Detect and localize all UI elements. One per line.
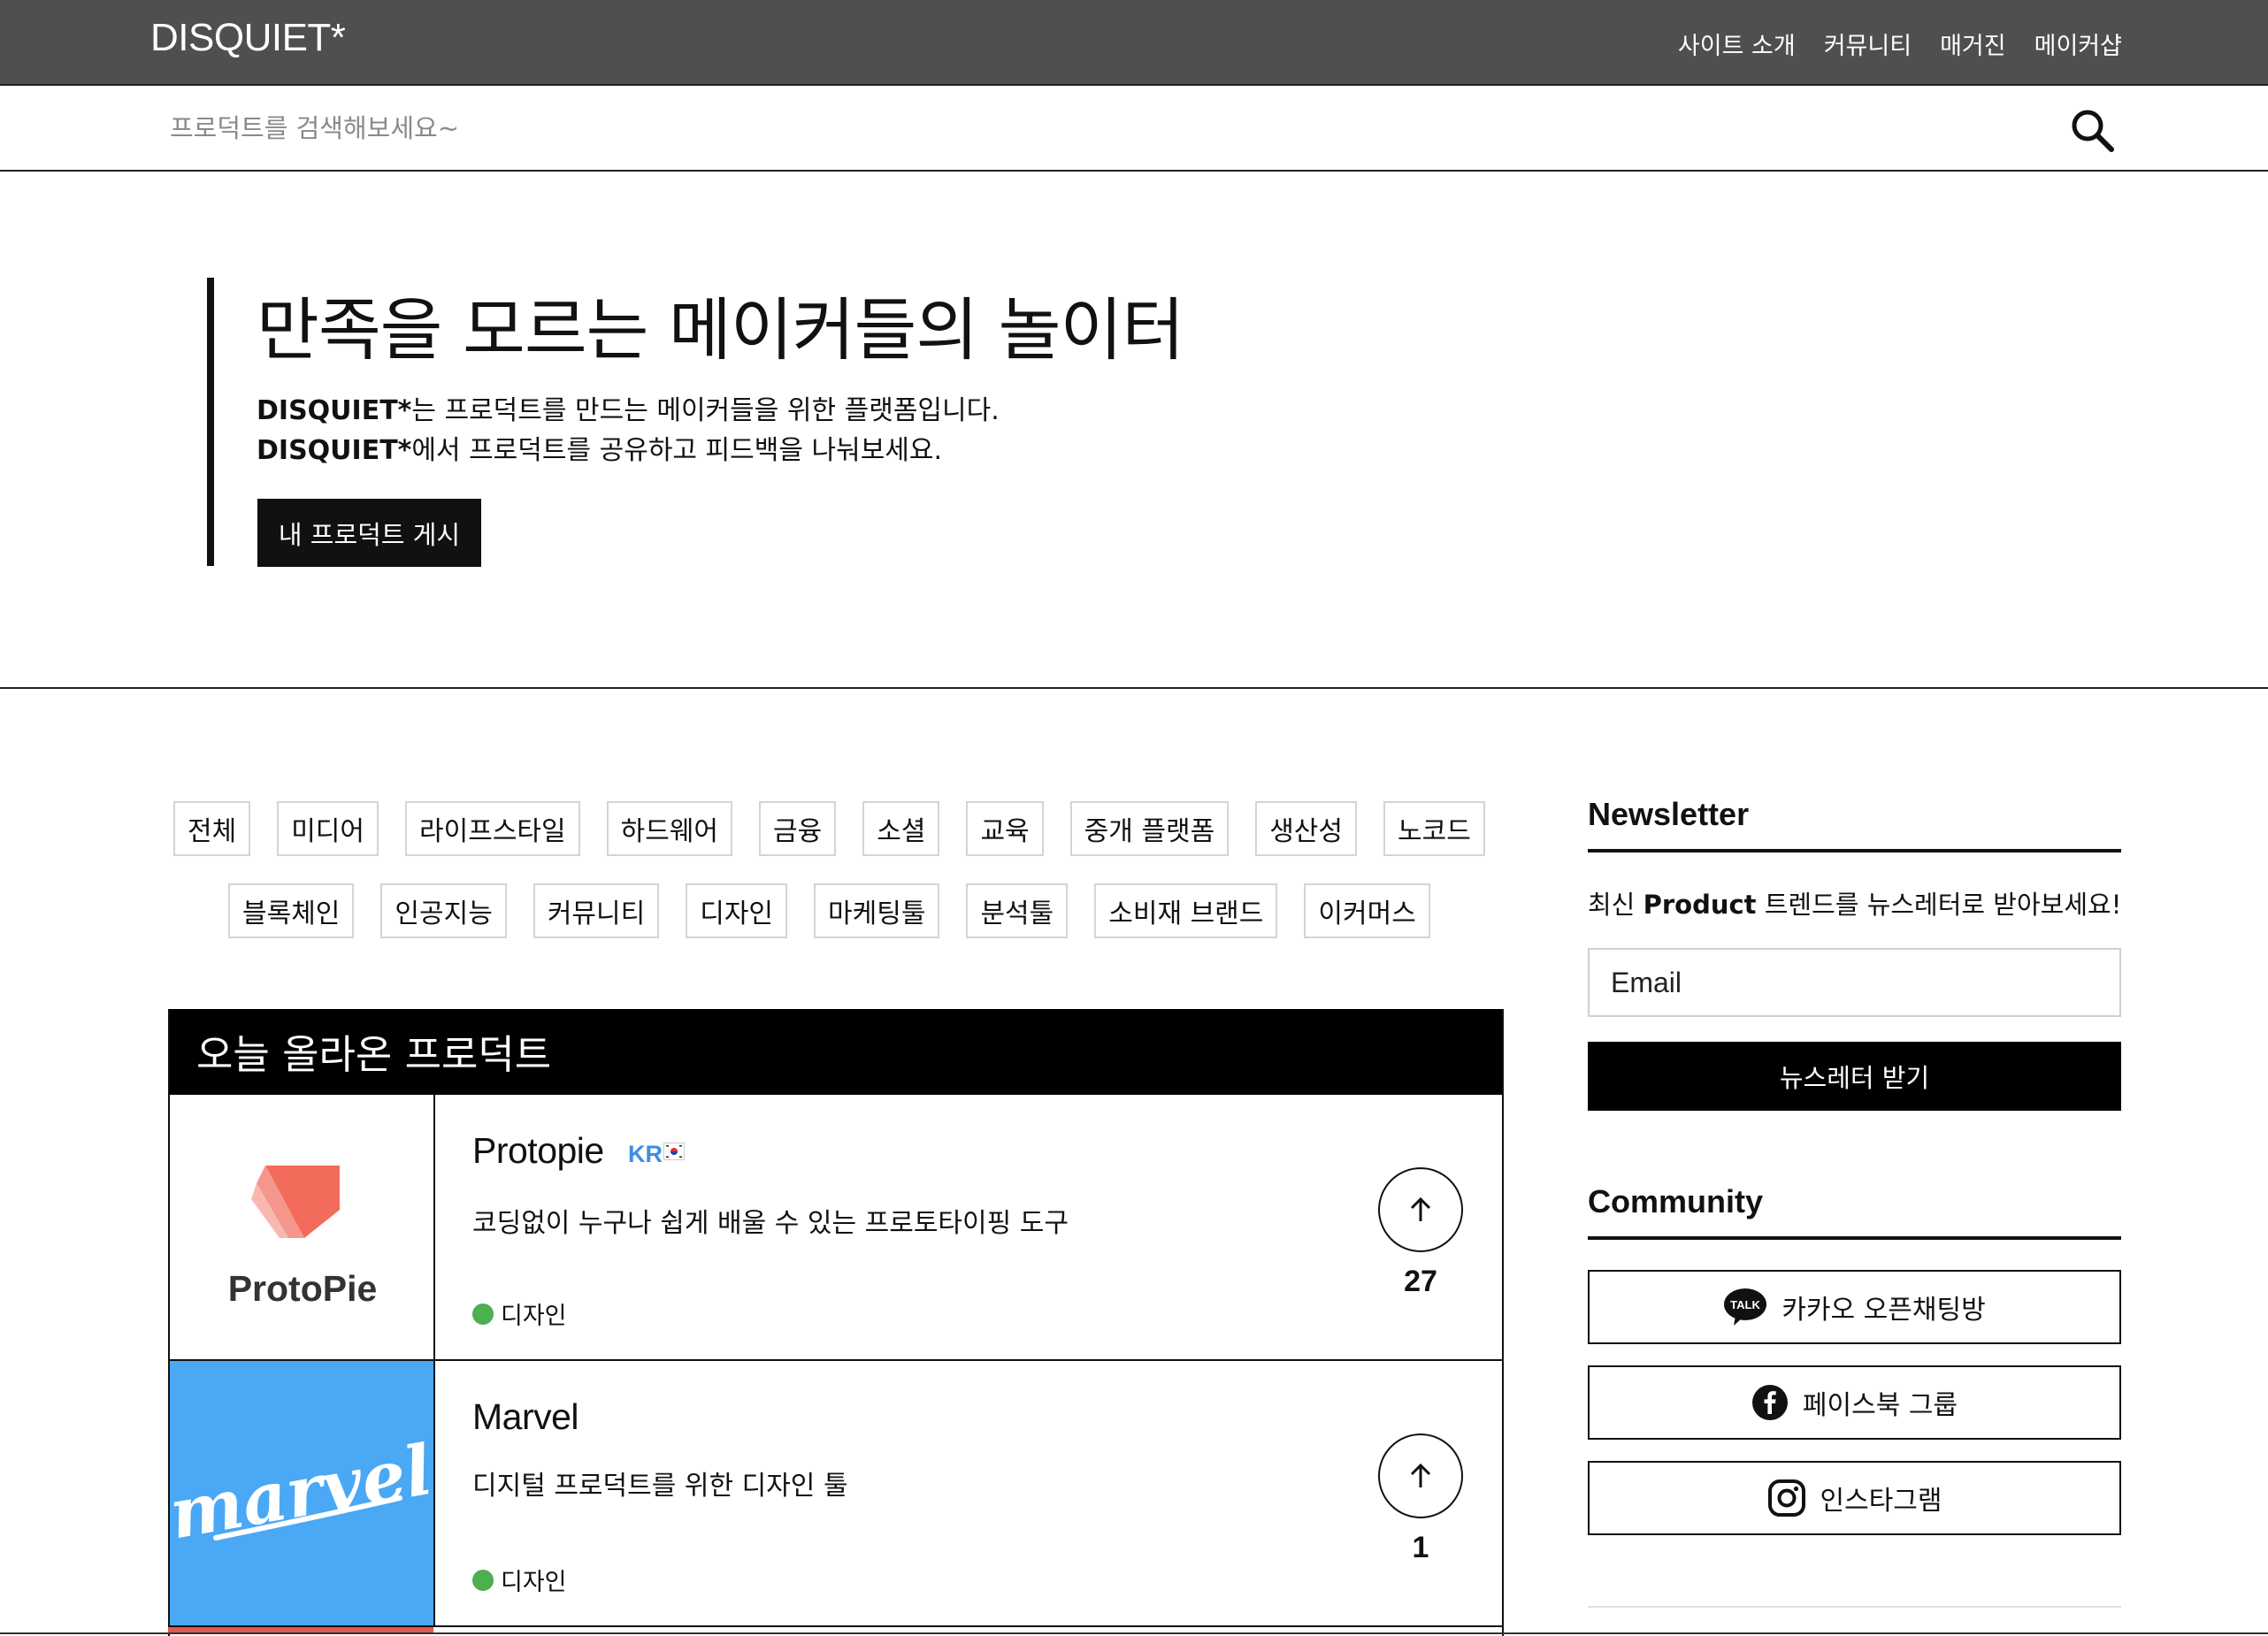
category-design[interactable]: 디자인: [686, 883, 788, 938]
hero-title: 만족을 모르는 메이커들의 놀이터: [257, 292, 1184, 371]
newsletter-text-suffix: 트렌드를 뉴스레터로 받아보세요!: [1756, 890, 2122, 920]
tag-label: 디자인: [501, 1569, 567, 1596]
newsletter-text-bold: Product: [1643, 890, 1757, 920]
hero-section: 만족을 모르는 메이커들의 놀이터 DISQUIET*는 프로덕트를 만드는 메…: [0, 172, 2268, 689]
hero-brand: DISQUIET*: [257, 395, 412, 426]
category-filter-row-2: 블록체인 인공지능 커뮤니티 디자인 마케팅툴 분석툴 소비재 브랜드 이커머스: [228, 883, 1430, 938]
category-lifestyle[interactable]: 라이프스타일: [405, 801, 580, 856]
category-marketing-tools[interactable]: 마케팅툴: [814, 883, 940, 938]
category-education[interactable]: 교육: [966, 801, 1044, 856]
community-link-label: 카카오 오픈채팅방: [1781, 1295, 1986, 1326]
upvote-count: 1: [1412, 1531, 1429, 1564]
product-description: 디지털 프로덕트를 위한 디자인 툴: [472, 1471, 848, 1502]
newsletter-heading: Newsletter: [1588, 796, 2121, 852]
category-ai[interactable]: 인공지능: [380, 883, 507, 938]
category-marketplace[interactable]: 중개 플랫폼: [1069, 801, 1230, 856]
hero-line-2-text: 에서 프로덕트를 공유하고 피드백을 나눠보세요.: [411, 435, 943, 466]
facebook-icon: [1751, 1385, 1788, 1420]
category-nocode[interactable]: 노코드: [1383, 801, 1485, 856]
hero-description: DISQUIET*는 프로덕트를 만드는 메이커들을 위한 플랫폼입니다. DI…: [257, 391, 1000, 470]
category-ecommerce[interactable]: 이커머스: [1304, 883, 1430, 938]
upvote-button[interactable]: [1378, 1167, 1463, 1252]
kakao-openchat-button[interactable]: TALK 카카오 오픈채팅방: [1588, 1270, 2121, 1344]
category-consumer-brand[interactable]: 소비재 브랜드: [1094, 883, 1278, 938]
category-hardware[interactable]: 하드웨어: [606, 801, 733, 856]
search-bar: [0, 84, 2268, 172]
product-category-tag[interactable]: 디자인: [472, 1563, 567, 1597]
marvel-logo: marvel: [170, 1430, 435, 1555]
product-row-marvel[interactable]: marvel Marvel 디지털 프로덕트를 위한 디자인 툴 디자인 1: [170, 1361, 1502, 1627]
korea-flag-icon: [663, 1143, 685, 1160]
hero-brand: DISQUIET*: [257, 435, 412, 466]
category-blockchain[interactable]: 블록체인: [228, 883, 355, 938]
product-thumbnail[interactable]: marvel: [170, 1361, 435, 1625]
today-products-list: 오늘 올라온 프로덕트 ProtoPie Protopie KR 코딩없이 누구…: [168, 1009, 1504, 1636]
category-media[interactable]: 미디어: [277, 801, 379, 856]
main-nav: 사이트 소개 커뮤니티 매거진 메이커샵: [1678, 27, 2122, 61]
tag-dot-icon: [472, 1303, 494, 1325]
instagram-icon: [1767, 1479, 1805, 1517]
kakaotalk-icon: TALK: [1724, 1288, 1767, 1326]
top-navigation-bar: DISQUIET* 사이트 소개 커뮤니티 매거진 메이커샵: [0, 0, 2268, 84]
product-category-tag[interactable]: 디자인: [472, 1296, 567, 1331]
country-badge: KR: [628, 1141, 663, 1168]
community-link-label: 페이스북 그룹: [1802, 1390, 1958, 1421]
upvote-button[interactable]: [1378, 1433, 1463, 1518]
nav-about[interactable]: 사이트 소개: [1678, 27, 1796, 61]
site-logo[interactable]: DISQUIET*: [150, 16, 346, 60]
tag-dot-icon: [472, 1569, 494, 1591]
viewport-bottom-divider: [0, 1632, 2268, 1634]
product-name[interactable]: Marvel: [472, 1396, 579, 1438]
protopie-logo: ProtoPie: [228, 1166, 378, 1309]
nav-community[interactable]: 커뮤니티: [1824, 27, 1912, 61]
product-name[interactable]: Protopie: [472, 1130, 604, 1172]
community-heading: Community: [1588, 1183, 2121, 1240]
category-community[interactable]: 커뮤니티: [533, 883, 660, 938]
category-filter-row-1: 전체 미디어 라이프스타일 하드웨어 금융 소셜 교육 중개 플랫폼 생산성 노…: [173, 801, 1485, 856]
category-social[interactable]: 소셜: [862, 801, 940, 856]
hero-line-1: DISQUIET*는 프로덕트를 만드는 메이커들을 위한 플랫폼입니다.: [257, 391, 1000, 431]
hero-line-1-text: 는 프로덕트를 만드는 메이커들을 위한 플랫폼입니다.: [411, 395, 1000, 426]
category-analytics-tools[interactable]: 분석툴: [966, 883, 1069, 938]
marvel-logo-text: marvel: [170, 1430, 435, 1555]
category-productivity[interactable]: 생산성: [1255, 801, 1357, 856]
search-input[interactable]: [168, 103, 1849, 153]
hero-accent-bar: [207, 278, 214, 566]
post-product-button[interactable]: 내 프로덕트 게시: [257, 499, 481, 567]
badge-text: KR: [628, 1141, 663, 1167]
email-field[interactable]: [1588, 948, 2121, 1017]
newsletter-description: 최신 Product 트렌드를 뉴스레터로 받아보세요!: [1588, 884, 2121, 921]
kakaotalk-icon-text: TALK: [1730, 1298, 1760, 1311]
tag-label: 디자인: [501, 1303, 567, 1330]
newsletter-text-prefix: 최신: [1588, 890, 1644, 920]
products-heading: 오늘 올라온 프로덕트: [170, 1009, 1502, 1095]
sidebar: Newsletter 최신 Product 트렌드를 뉴스레터로 받아보세요! …: [1588, 796, 2121, 1608]
product-description: 코딩없이 누구나 쉽게 배울 수 있는 프로토타이핑 도구: [472, 1208, 1069, 1239]
sidebar-divider: [1588, 1606, 2121, 1608]
nav-maker-shop[interactable]: 메이커샵: [2034, 27, 2122, 61]
search-icon[interactable]: [2067, 105, 2117, 155]
facebook-group-button[interactable]: 페이스북 그룹: [1588, 1365, 2121, 1440]
nav-magazine[interactable]: 매거진: [1940, 27, 2006, 61]
category-all[interactable]: 전체: [173, 801, 251, 856]
product-row-protopie[interactable]: ProtoPie Protopie KR 코딩없이 누구나 쉽게 배울 수 있는…: [170, 1095, 1502, 1361]
protopie-logo-text: ProtoPie: [228, 1268, 378, 1309]
instagram-button[interactable]: 인스타그램: [1588, 1461, 2121, 1535]
arrow-up-icon: [1410, 1196, 1431, 1221]
category-finance[interactable]: 금융: [759, 801, 837, 856]
upvote-count: 27: [1404, 1265, 1437, 1298]
hero-line-2: DISQUIET*에서 프로덕트를 공유하고 피드백을 나눠보세요.: [257, 431, 1000, 470]
arrow-up-icon: [1410, 1463, 1431, 1487]
product-thumbnail[interactable]: ProtoPie: [170, 1095, 435, 1359]
community-link-label: 인스타그램: [1820, 1486, 1942, 1517]
subscribe-newsletter-button[interactable]: 뉴스레터 받기: [1588, 1042, 2121, 1111]
